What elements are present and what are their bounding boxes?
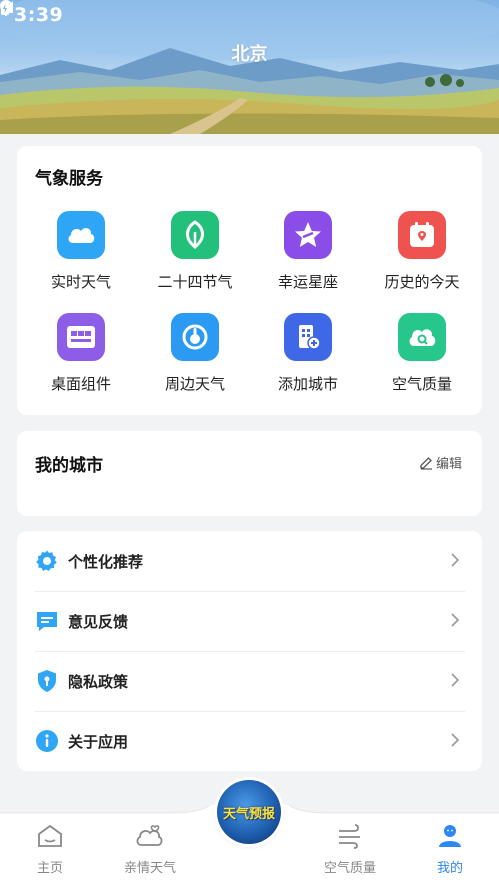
info-icon <box>35 729 59 753</box>
user-icon <box>439 825 461 847</box>
status-bar: 3:39 <box>0 0 499 30</box>
nav-home[interactable]: 主页 <box>0 823 100 876</box>
cloud-icon <box>57 211 105 259</box>
service-label: 周边天气 <box>164 375 225 393</box>
service-air-quality[interactable]: 空气质量 <box>364 313 480 403</box>
service-label: 桌面组件 <box>50 375 111 393</box>
nav-label: 我的 <box>436 861 463 876</box>
city-title: 北京 <box>231 44 268 65</box>
chevron-right-icon <box>451 733 460 747</box>
shield-icon <box>35 669 59 693</box>
building-add-icon <box>284 313 332 361</box>
family-weather-icon <box>136 825 163 846</box>
edit-button[interactable]: 编辑 <box>419 453 462 472</box>
nav-label: 亲情天气 <box>123 861 176 876</box>
my-city-title: 我的城市 <box>35 456 103 476</box>
service-solar-terms[interactable]: 二十四节气 <box>137 211 253 301</box>
weather-services-card: 气象服务 实时天气 二十四节气 幸运星座 历史的今天 桌面组件 周边天气 添加城… <box>17 146 482 415</box>
service-label: 实时天气 <box>50 273 111 291</box>
status-time: 3:39 <box>14 4 64 26</box>
leaf-icon <box>171 211 219 259</box>
menu-label: 意见反馈 <box>68 612 129 631</box>
service-desktop-widget[interactable]: 桌面组件 <box>23 313 139 403</box>
home-icon <box>38 824 62 847</box>
wind-icon <box>339 824 360 849</box>
calendar-pin-icon <box>398 211 446 259</box>
settings-menu-card: 个性化推荐 意见反馈 隐私政策 关于应用 <box>17 531 482 771</box>
chevron-right-icon <box>451 673 460 687</box>
chevron-right-icon <box>451 553 460 567</box>
nav-label: 主页 <box>36 861 63 876</box>
menu-label: 关于应用 <box>68 732 129 751</box>
star-icon <box>284 211 332 259</box>
battery-icon <box>1 0 9 15</box>
menu-item-privacy-policy[interactable]: 隐私政策 <box>17 651 482 711</box>
service-label: 幸运星座 <box>277 273 338 291</box>
service-nearby-weather[interactable]: 周边天气 <box>137 313 253 403</box>
location-icon <box>171 313 219 361</box>
services-title: 气象服务 <box>35 169 103 189</box>
cloud-search-icon <box>398 313 446 361</box>
chevron-right-icon <box>451 613 460 627</box>
service-label: 二十四节气 <box>157 273 233 291</box>
service-label: 空气质量 <box>391 375 452 393</box>
pencil-icon <box>420 456 432 470</box>
edit-label: 编辑 <box>435 457 462 472</box>
nav-label: 空气质量 <box>323 861 376 876</box>
service-realtime-weather[interactable]: 实时天气 <box>23 211 139 301</box>
service-lucky-horoscope[interactable]: 幸运星座 <box>250 211 366 301</box>
service-label: 历史的今天 <box>384 273 460 291</box>
nav-mine[interactable]: 我的 <box>400 823 499 876</box>
service-add-city[interactable]: 添加城市 <box>250 313 366 403</box>
nav-family-weather[interactable]: 亲情天气 <box>100 823 200 876</box>
center-button-label: 天气预报 <box>222 806 275 822</box>
menu-item-feedback[interactable]: 意见反馈 <box>17 591 482 651</box>
nav-air-quality[interactable]: 空气质量 <box>300 823 400 876</box>
service-history-today[interactable]: 历史的今天 <box>364 211 480 301</box>
header-banner: 3:39 北京 <box>0 0 499 134</box>
menu-label: 隐私政策 <box>68 672 129 691</box>
feedback-icon <box>35 609 59 633</box>
my-city-card: 我的城市 编辑 <box>17 431 482 516</box>
menu-label: 个性化推荐 <box>68 552 144 571</box>
widget-grid-icon <box>57 313 105 361</box>
gear-icon <box>35 549 59 573</box>
weather-forecast-center-button[interactable]: 天气预报 <box>217 780 281 844</box>
service-label: 添加城市 <box>277 375 338 393</box>
menu-item-about-app[interactable]: 关于应用 <box>17 711 482 771</box>
menu-item-personalized-recommendation[interactable]: 个性化推荐 <box>17 531 482 591</box>
